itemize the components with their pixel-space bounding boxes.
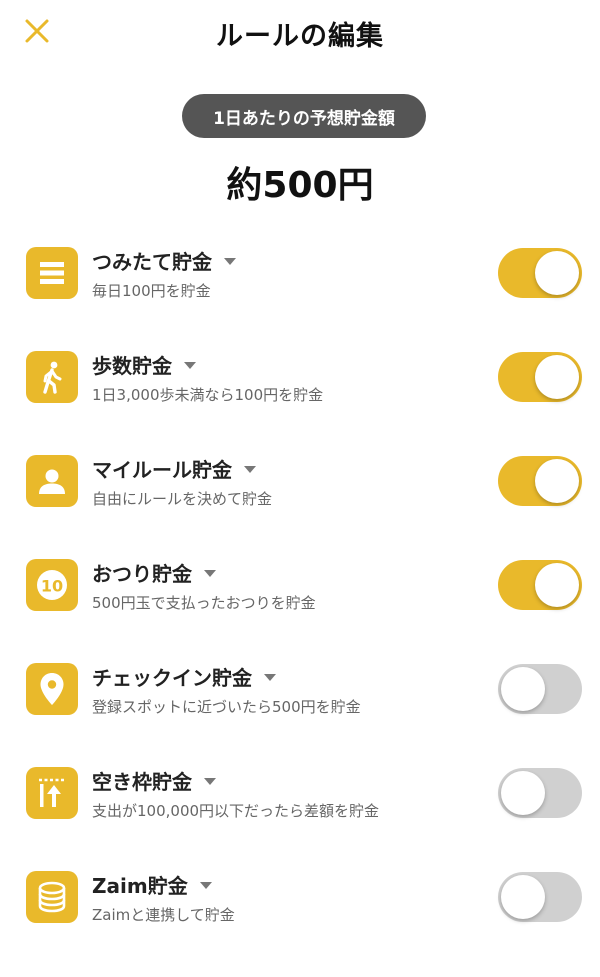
rule-toggle[interactable] (498, 872, 582, 922)
rule-description: 支出が100,000円以下だったら差額を貯金 (92, 802, 380, 820)
rule-description: 500円玉で支払ったおつりを貯金 (92, 594, 316, 612)
rule-title: マイルール貯金 (92, 458, 232, 482)
rule-description: 自由にルールを決めて貯金 (92, 490, 273, 508)
rule-title-dropdown[interactable]: マイルール貯金 (92, 454, 256, 483)
rule-title-dropdown[interactable]: つみたて貯金 (92, 246, 236, 275)
toggle-knob (535, 563, 579, 607)
toggle-knob (535, 251, 579, 295)
rule-toggle[interactable] (498, 352, 582, 402)
svg-text:10: 10 (41, 577, 63, 596)
rule-item-steps: 歩数貯金 1日3,000歩未満なら100円を貯金 (0, 326, 600, 430)
rule-title-dropdown[interactable]: 歩数貯金 (92, 350, 196, 379)
toggle-knob (535, 459, 579, 503)
rule-item-budget: 空き枠貯金 支出が100,000円以下だったら差額を貯金 (0, 742, 600, 846)
header: ルールの編集 (0, 0, 600, 64)
up-arrow-icon (26, 767, 78, 819)
daily-estimate-label: 1日あたりの予想貯金額 (182, 94, 426, 138)
rule-description: 毎日100円を貯金 (92, 282, 211, 300)
rule-title: おつり貯金 (92, 562, 192, 586)
rule-title: チェックイン貯金 (92, 666, 252, 690)
chevron-down-icon (244, 466, 256, 473)
rule-item-checkin: チェックイン貯金 登録スポットに近づいたら500円を貯金 (0, 638, 600, 742)
coin-stack-icon (26, 871, 78, 923)
rule-toggle[interactable] (498, 768, 582, 818)
rule-list: つみたて貯金 毎日100円を貯金 歩数貯金 1日3,000歩未満なら100円を貯… (0, 222, 600, 950)
daily-estimate-amount: 約500円 (226, 165, 374, 206)
chevron-down-icon (204, 570, 216, 577)
rule-description: 1日3,000歩未満なら100円を貯金 (92, 386, 324, 404)
rule-toggle[interactable] (498, 456, 582, 506)
rule-item-myrule: マイルール貯金 自由にルールを決めて貯金 (0, 430, 600, 534)
location-pin-icon (26, 663, 78, 715)
walking-icon (26, 351, 78, 403)
page-title: ルールの編集 (216, 21, 384, 52)
rule-description: 登録スポットに近づいたら500円を貯金 (92, 698, 361, 716)
chevron-down-icon (199, 882, 212, 889)
rule-item-change: 10 おつり貯金 500円玉で支払ったおつりを貯金 (0, 534, 600, 638)
rule-description: Zaimと連携して貯金 (92, 906, 235, 924)
rule-title: つみたて貯金 (92, 250, 212, 274)
rule-title-dropdown[interactable]: おつり貯金 (92, 558, 216, 587)
rule-item-zaim: Zaim貯金 Zaimと連携して貯金 (0, 846, 600, 950)
chevron-down-icon (264, 674, 276, 681)
rule-title-dropdown[interactable]: 空き枠貯金 (92, 766, 216, 795)
toggle-knob (535, 355, 579, 399)
chevron-down-icon (184, 362, 196, 369)
rule-title-dropdown[interactable]: Zaim貯金 (92, 870, 212, 899)
rule-item-tsumitate: つみたて貯金 毎日100円を貯金 (0, 222, 600, 326)
rule-title-dropdown[interactable]: チェックイン貯金 (92, 662, 276, 691)
toggle-knob (501, 667, 545, 711)
person-icon (26, 455, 78, 507)
coin-10-icon: 10 (26, 559, 78, 611)
rule-toggle[interactable] (498, 664, 582, 714)
rule-toggle[interactable] (498, 248, 582, 298)
rule-toggle[interactable] (498, 560, 582, 610)
list-icon (26, 247, 78, 299)
rule-title: 歩数貯金 (92, 354, 172, 378)
rule-title: Zaim貯金 (92, 874, 188, 898)
toggle-knob (501, 771, 545, 815)
rule-title: 空き枠貯金 (92, 770, 192, 794)
chevron-down-icon (204, 778, 216, 785)
toggle-knob (501, 875, 545, 919)
chevron-down-icon (224, 258, 236, 265)
